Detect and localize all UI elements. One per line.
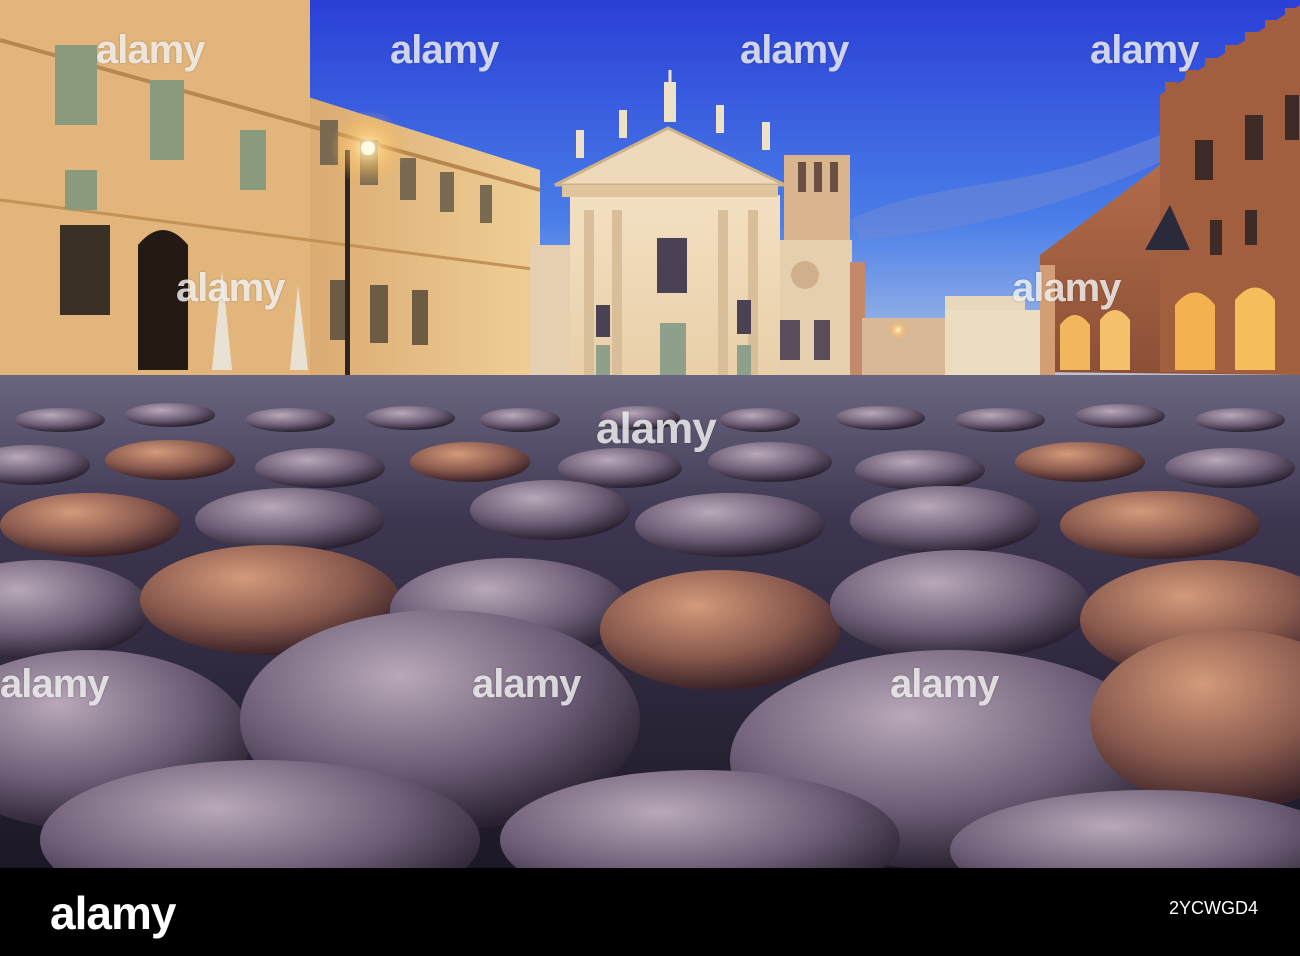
photo-piazza-cathedral: [0, 0, 1300, 868]
image-id: 2YCWGD4: [1168, 898, 1258, 918]
bell-tower: [780, 155, 852, 380]
brand-logo: alamy: [50, 887, 176, 939]
cobblestones: [0, 403, 1300, 868]
footer-bar: alamy 2YCWGD4: [0, 868, 1300, 956]
